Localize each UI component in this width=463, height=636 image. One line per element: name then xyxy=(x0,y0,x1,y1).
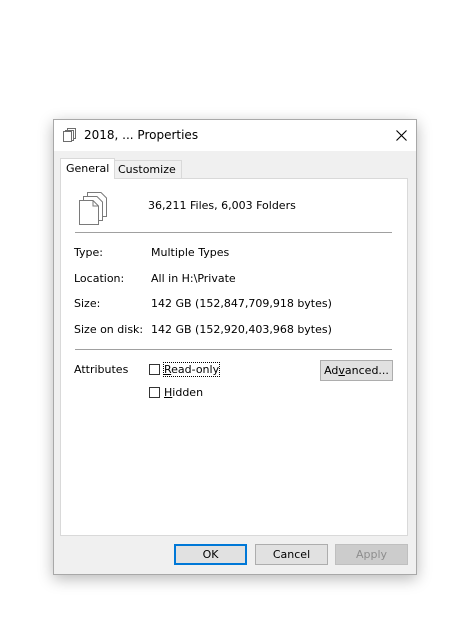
size-value: 142 GB (152,847,709,918 bytes) xyxy=(151,297,332,310)
hidden-checkbox[interactable]: Hidden xyxy=(149,386,203,399)
tab-customize[interactable]: Customize xyxy=(112,160,182,178)
ok-button-label: OK xyxy=(202,548,219,561)
selection-summary: 36,211 Files, 6,003 Folders xyxy=(148,199,296,212)
type-label: Type: xyxy=(74,246,103,259)
close-button[interactable] xyxy=(386,120,416,150)
size-label: Size: xyxy=(74,297,101,310)
properties-dialog: 2018, ... Properties General Customize 3… xyxy=(53,119,417,575)
read-only-checkbox-box[interactable] xyxy=(149,364,160,375)
location-label: Location: xyxy=(74,272,125,285)
tab-general[interactable]: General xyxy=(60,158,116,179)
attributes-label: Attributes xyxy=(74,363,129,376)
advanced-button-label: Advanced... xyxy=(324,364,389,377)
tab-customize-label: Customize xyxy=(118,163,176,176)
close-icon xyxy=(395,129,407,141)
files-icon xyxy=(63,128,76,142)
cancel-button-label: Cancel xyxy=(272,548,311,561)
size-on-disk-label: Size on disk: xyxy=(74,323,144,336)
title-bar[interactable]: 2018, ... Properties xyxy=(54,120,416,151)
screen: { "window": { "title": "2018, ... Proper… xyxy=(0,0,463,636)
files-icon xyxy=(79,192,107,225)
separator xyxy=(75,349,392,350)
read-only-label: Read-only xyxy=(162,362,221,377)
advanced-button[interactable]: Advanced... xyxy=(320,360,393,381)
location-value: All in H:\Private xyxy=(151,272,236,285)
apply-button[interactable]: Apply xyxy=(335,544,408,565)
window-title: 2018, ... Properties xyxy=(84,128,199,142)
separator xyxy=(75,232,392,233)
ok-button[interactable]: OK xyxy=(174,544,247,565)
hidden-label: Hidden xyxy=(164,386,204,399)
type-value: Multiple Types xyxy=(151,246,230,259)
hidden-checkbox-box[interactable] xyxy=(149,387,160,398)
cancel-button[interactable]: Cancel xyxy=(255,544,328,565)
size-on-disk-value: 142 GB (152,920,403,968 bytes) xyxy=(151,323,332,336)
general-panel: 36,211 Files, 6,003 Folders Type: Multip… xyxy=(60,178,408,536)
tab-general-label: General xyxy=(66,162,110,175)
read-only-checkbox[interactable]: Read-only xyxy=(149,362,221,377)
apply-button-label: Apply xyxy=(355,548,388,561)
